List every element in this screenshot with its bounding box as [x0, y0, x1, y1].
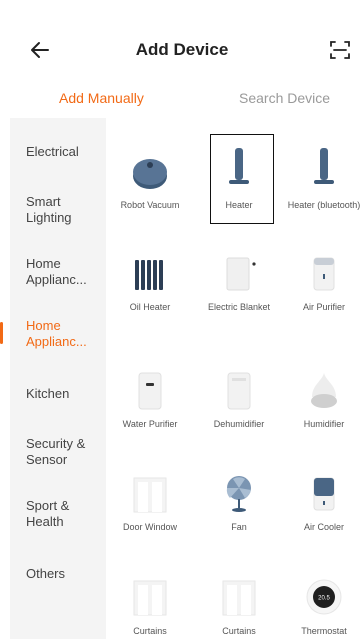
thermostat-display: 20.5	[318, 596, 330, 602]
device-heater[interactable]: Heater	[196, 132, 282, 222]
device-fan[interactable]: Fan	[196, 470, 282, 560]
oil-heater-icon	[135, 260, 163, 290]
scan-icon[interactable]	[328, 38, 352, 62]
humidifier-icon	[311, 373, 337, 408]
category-home-appliances-1[interactable]: Home Applianc...	[26, 256, 90, 288]
device-oil-heater[interactable]: Oil Heater	[107, 250, 193, 340]
device-curtains-2[interactable]: Curtains	[196, 573, 282, 639]
device-label: Air Cooler	[303, 522, 344, 532]
thermostat-icon: 20.5	[306, 579, 342, 615]
category-smart-lighting[interactable]: Smart Lighting	[26, 194, 86, 226]
device-door-window[interactable]: Door Window	[107, 470, 193, 560]
category-others[interactable]: Others	[26, 566, 106, 582]
device-label: Electric Blanket	[207, 302, 271, 312]
heater-icon	[314, 148, 334, 184]
device-curtains-1[interactable]: Curtains	[107, 573, 193, 639]
mode-tabs: Add Manually Search Device	[0, 78, 364, 120]
device-electric-blanket[interactable]: Electric Blanket	[196, 250, 282, 340]
device-humidifier[interactable]: Humidifier	[281, 363, 364, 453]
device-air-cooler[interactable]: Air Cooler	[281, 470, 364, 560]
category-electrical[interactable]: Electrical	[26, 144, 106, 160]
device-label: Dehumidifier	[213, 419, 265, 429]
water-purifier-icon	[138, 372, 162, 410]
device-label: Curtains	[133, 626, 167, 636]
device-dehumidifier[interactable]: Dehumidifier	[196, 363, 282, 453]
electric-blanket-icon	[226, 257, 256, 291]
device-label: Thermostat	[301, 626, 347, 636]
header-bar: Add Device	[0, 0, 364, 78]
device-label: Oil Heater	[129, 302, 171, 312]
device-label: Air Purifier	[302, 302, 345, 312]
device-thermostat[interactable]: 20.5 Thermostat	[281, 573, 364, 639]
device-label: Curtains	[222, 626, 256, 636]
device-label: Fan	[231, 522, 247, 532]
tab-search-device[interactable]: Search Device	[239, 90, 330, 106]
device-air-purifier[interactable]: Air Purifier	[281, 250, 364, 340]
device-label: Door Window	[122, 522, 178, 532]
category-security-sensor[interactable]: Security & Sensor	[26, 436, 92, 468]
heater-icon	[229, 148, 249, 184]
fan-icon	[226, 476, 251, 512]
air-purifier-icon	[313, 257, 335, 291]
dehumidifier-icon	[227, 372, 251, 410]
device-heater-bluetooth[interactable]: Heater (bluetooth)	[281, 132, 364, 222]
category-home-appliances-2[interactable]: Home Applianc...	[26, 318, 90, 350]
device-water-purifier[interactable]: Water Purifier	[107, 363, 193, 453]
category-sport-health[interactable]: Sport & Health	[26, 498, 82, 530]
curtains-icon	[222, 580, 256, 616]
robot-vacuum-icon	[133, 159, 167, 189]
door-window-icon	[133, 477, 167, 513]
device-grid: Robot Vacuum Heater Heater (bluetooth) O…	[106, 118, 364, 639]
category-kitchen[interactable]: Kitchen	[26, 386, 106, 402]
device-label: Heater	[225, 200, 253, 210]
curtains-icon	[133, 580, 167, 616]
page-title: Add Device	[135, 40, 229, 59]
device-label: Water Purifier	[122, 419, 178, 429]
device-label: Robot Vacuum	[120, 200, 180, 210]
active-category-indicator	[0, 322, 3, 344]
device-label: Heater (bluetooth)	[287, 200, 361, 210]
category-sidebar: Electrical Smart Lighting Home Applianc.…	[0, 118, 106, 639]
tab-add-manually[interactable]: Add Manually	[59, 90, 144, 106]
air-cooler-icon	[313, 477, 335, 511]
device-label: Humidifier	[303, 419, 345, 429]
device-robot-vacuum[interactable]: Robot Vacuum	[107, 132, 193, 222]
